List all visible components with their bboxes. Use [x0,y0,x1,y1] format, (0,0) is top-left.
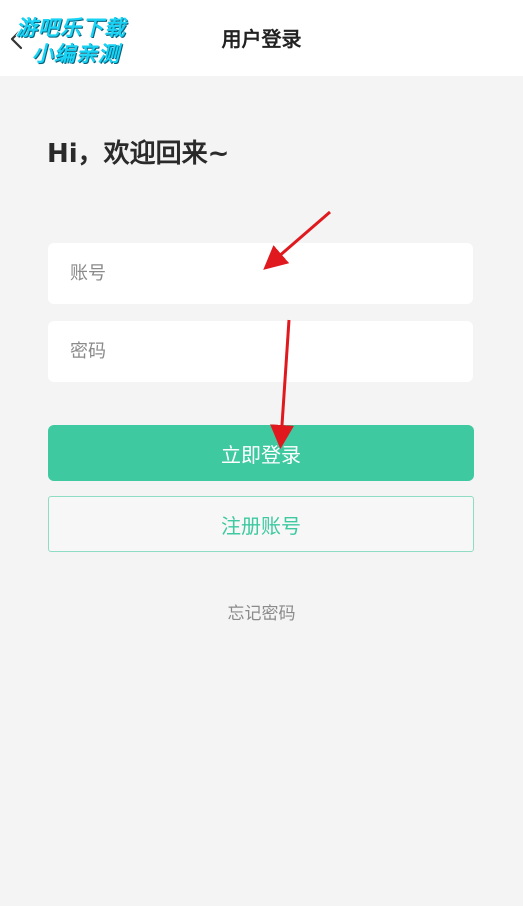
welcome-greeting: Hi，欢迎回来~ [47,139,230,169]
login-button[interactable]: 立即登录 [48,425,474,481]
forgot-password-link[interactable]: 忘记密码 [0,599,523,624]
header-bar: 游吧乐下载 小编亲测 用户登录 [0,0,523,76]
register-button[interactable]: 注册账号 [48,496,474,552]
login-screen: 游吧乐下载 小编亲测 用户登录 Hi，欢迎回来~ 立即登录 注册账号 忘记密码 [0,0,523,906]
page-title: 用户登录 [221,27,302,51]
password-input[interactable] [48,321,473,382]
account-input[interactable] [48,243,473,304]
